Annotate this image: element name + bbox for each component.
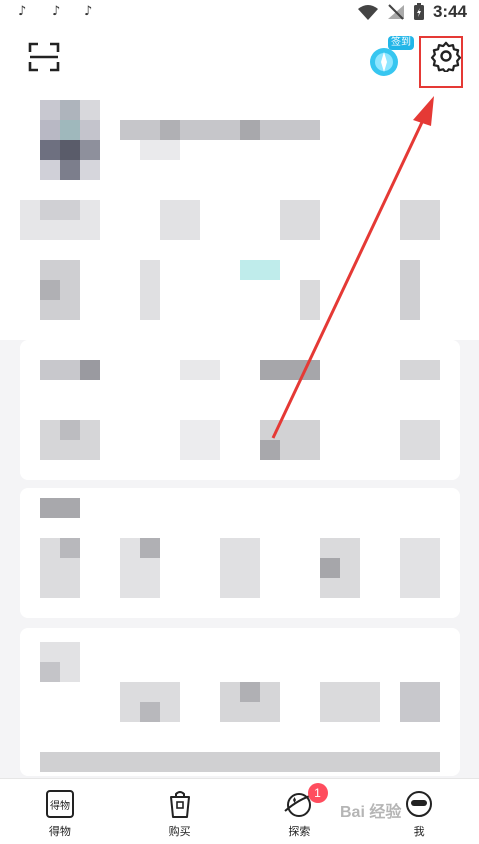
sign-in-badge: 签到 — [388, 36, 414, 50]
tab-label: 得物 — [48, 826, 71, 838]
notification-badge: 1 — [307, 783, 328, 803]
svg-text:得物: 得物 — [50, 799, 70, 812]
tiktok-icon: ♪ — [18, 4, 27, 19]
pixelated-content — [40, 498, 440, 598]
gem-icon — [370, 48, 398, 76]
tab-dewu[interactable]: 得物 得物 — [0, 779, 120, 844]
tiktok-icon: ♪ — [84, 4, 93, 19]
watermark: Bai 经验 — [340, 804, 402, 821]
scan-icon[interactable] — [28, 42, 60, 72]
tiktok-icon: ♪ — [52, 4, 61, 19]
tab-buy[interactable]: 购买 — [120, 779, 240, 844]
status-bar: ♪ ♪ ♪ 3:44 — [0, 0, 479, 26]
tools-card-blurred — [20, 628, 460, 776]
bag-icon — [169, 791, 190, 818]
pixelated-content — [20, 100, 440, 320]
profile-header: 签到 — [0, 26, 479, 90]
battery-icon — [413, 3, 424, 20]
pixelated-content — [40, 642, 440, 772]
sign-in-button[interactable]: 签到 — [368, 36, 418, 80]
tab-label: 购买 — [168, 826, 191, 838]
pixelated-content — [40, 360, 440, 460]
no-signal-icon — [387, 4, 404, 20]
clock: 3:44 — [432, 2, 467, 21]
services-card-blurred — [20, 488, 460, 618]
wifi-icon — [357, 5, 378, 20]
settings-highlight-annotation — [419, 36, 463, 88]
tab-label: 探索 — [288, 826, 311, 838]
profile-icon — [406, 791, 433, 817]
orders-card-blurred — [20, 340, 460, 480]
tab-label: 我 — [413, 826, 425, 838]
dewu-icon: 得物 — [45, 790, 74, 818]
bottom-nav: 得物 得物 购买 1 探索 我 — [0, 778, 479, 844]
profile-card-blurred — [0, 90, 479, 340]
